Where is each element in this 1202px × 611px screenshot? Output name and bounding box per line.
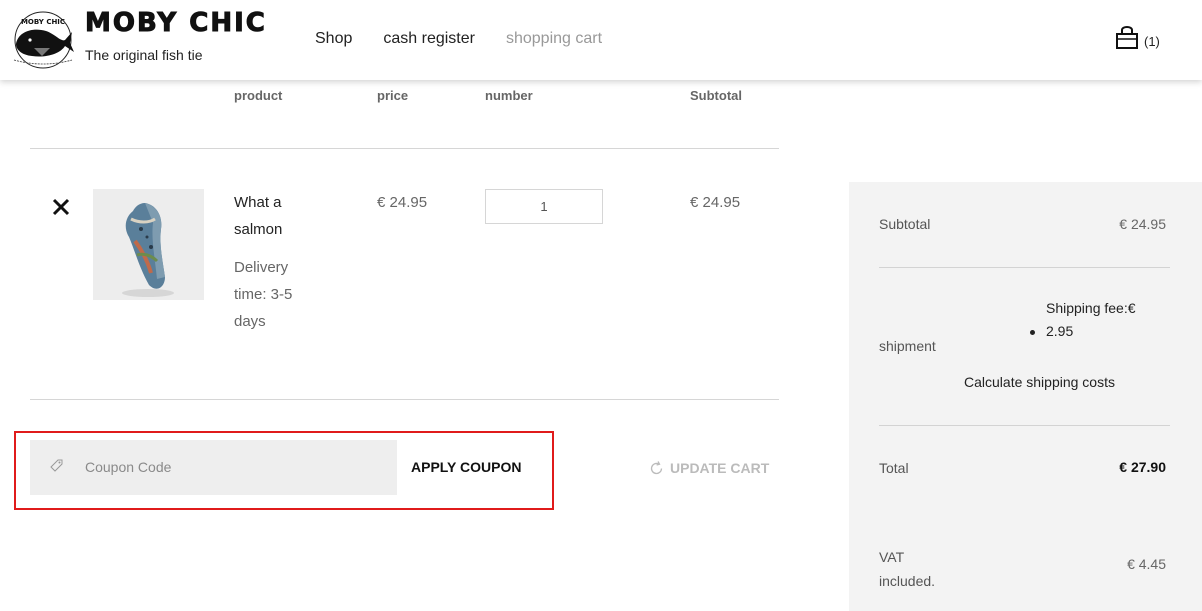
cart-count-badge: (1): [1144, 34, 1160, 49]
nav-shop[interactable]: Shop: [315, 30, 352, 48]
header-price: price: [377, 88, 409, 103]
bullet-icon: [1030, 330, 1035, 335]
item-price: € 24.95: [377, 194, 428, 211]
coupon-code-input[interactable]: [85, 452, 385, 482]
cart-button[interactable]: (1): [1114, 24, 1160, 50]
shopping-bag-icon: [1116, 26, 1138, 49]
tag-icon: [48, 458, 64, 474]
remove-item-icon[interactable]: [50, 196, 72, 218]
table-divider-top: [30, 148, 779, 149]
calculate-shipping-link[interactable]: Calculate shipping costs: [964, 374, 1115, 390]
product-thumbnail[interactable]: [93, 189, 204, 300]
main-nav: Shop cash register shopping cart: [315, 30, 602, 48]
delivery-time: Delivery time: 3-5 days: [234, 259, 293, 330]
nav-cash-register[interactable]: cash register: [383, 30, 475, 48]
shipping-fee-value: 2.95: [1046, 323, 1074, 339]
product-name-link[interactable]: What a salmon: [234, 189, 314, 243]
totals-subtotal-value: € 24.95: [1119, 216, 1166, 232]
total-label: Total: [879, 460, 909, 476]
logo-whale-icon[interactable]: MOBY CHIC: [10, 10, 76, 70]
totals-divider-1: [879, 267, 1170, 268]
header-product: product: [234, 88, 283, 103]
vat-label: VAT included.: [879, 549, 936, 589]
site-header: MOBY CHIC MOBY CHIC The original fish ti…: [0, 0, 1202, 80]
totals-divider-2: [879, 425, 1170, 426]
table-divider-bottom: [30, 399, 779, 400]
update-cart-button[interactable]: UPDATE CART: [649, 460, 769, 476]
vat-value: € 4.45: [1127, 556, 1166, 572]
apply-coupon-button[interactable]: APPLY COUPON: [411, 459, 521, 475]
header-subtotal: Subtotal: [690, 88, 742, 103]
quantity-input[interactable]: [485, 189, 603, 224]
refresh-icon: [650, 460, 663, 474]
nav-shopping-cart[interactable]: shopping cart: [506, 30, 602, 48]
brand-tagline: The original fish tie: [85, 47, 203, 63]
brand-name[interactable]: MOBY CHIC: [85, 8, 267, 39]
header-number: number: [485, 88, 533, 103]
totals-subtotal-label: Subtotal: [879, 216, 931, 232]
shipping-fee-title: Shipping fee:€: [1046, 300, 1136, 316]
logo-text: MOBY CHIC: [21, 18, 65, 26]
shipment-label: shipment: [879, 338, 936, 354]
total-value: € 27.90: [1119, 459, 1166, 475]
update-cart-label: UPDATE CART: [670, 460, 770, 476]
item-subtotal: € 24.95: [690, 194, 741, 211]
